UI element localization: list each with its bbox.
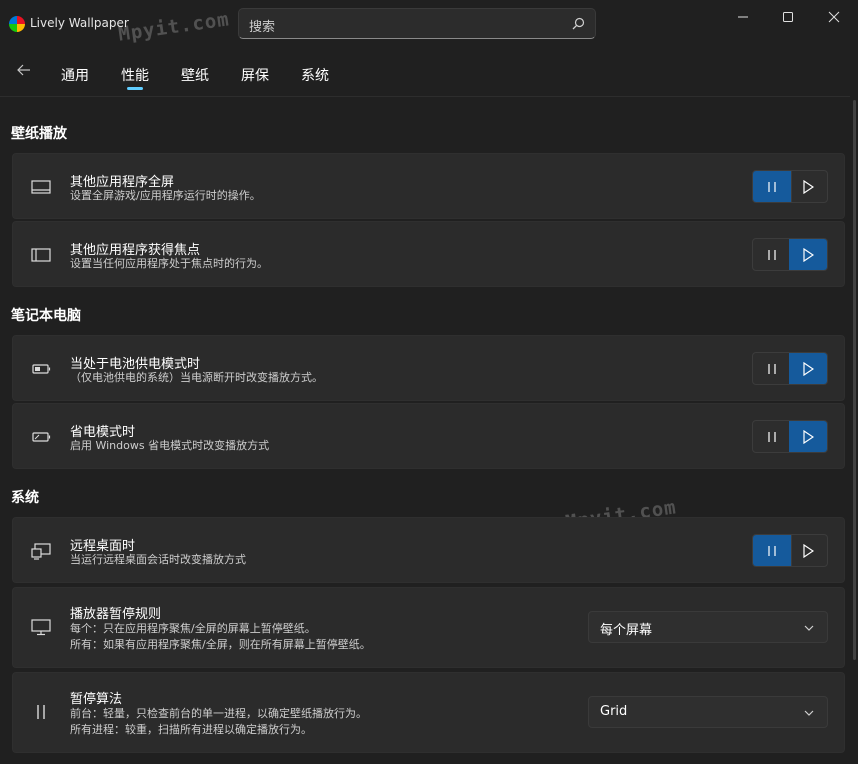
pause-icon [768,545,776,556]
chevron-down-icon [804,710,814,716]
dropdown-value: 每个屏幕 [600,623,653,638]
setting-card-focus: 其他应用程序获得焦点 设置当任何应用程序处于焦点时的行为。 [12,221,845,287]
setting-description-line-2: 所有：如果有应用程序聚焦/全屏，则在所有屏幕上暂停壁纸。 [70,638,371,651]
play-button[interactable] [789,171,827,202]
battery-icon [32,364,51,374]
playback-toggle [752,238,828,271]
back-arrow-icon [17,64,30,76]
active-tab-indicator [127,87,143,90]
tab-general[interactable]: 通用 [61,65,89,85]
setting-title: 播放器暂停规则 [70,607,162,622]
pause-icon [768,249,776,260]
setting-title: 暂停算法 [70,692,123,707]
pause-button[interactable] [753,171,792,202]
tab-wallpaper[interactable]: 壁纸 [181,65,209,85]
play-icon [803,361,814,376]
close-button[interactable] [810,6,856,28]
playback-toggle [752,420,828,453]
playback-toggle [752,352,828,385]
pause-algorithm-icon [37,705,45,719]
setting-card-pause-rule: 播放器暂停规则 每个：只在应用程序聚焦/全屏的屏幕上暂停壁纸。 所有：如果有应用… [12,587,845,668]
setting-description: 当运行远程桌面会话时改变播放方式 [70,553,246,566]
search-box[interactable]: 搜索 [238,8,596,39]
tab-screensaver[interactable]: 屏保 [241,65,269,85]
setting-card-remote-desktop: 远程桌面时 当运行远程桌面会话时改变播放方式 [12,517,845,583]
search-icon[interactable] [572,17,585,30]
minimize-icon [738,16,748,18]
setting-description-line-1: 前台：轻量，只检查前台的单一进程，以确定壁纸播放行为。 [70,707,367,720]
pause-button[interactable] [753,239,792,270]
playback-toggle [752,170,828,203]
minimize-button[interactable] [720,6,766,28]
pause-button[interactable] [753,421,792,452]
setting-card-power-saver: 省电模式时 启用 Windows 省电模式时改变播放方式 [12,403,845,469]
play-button[interactable] [789,421,827,452]
close-icon [828,11,840,23]
pause-icon [768,181,776,192]
dropdown-value: Grid [600,704,628,719]
battery-saver-icon [32,432,51,442]
pause-button[interactable] [753,535,792,566]
play-button[interactable] [789,239,827,270]
pause-icon [768,431,776,442]
play-icon [803,247,814,262]
remote-desktop-icon [31,543,51,560]
playback-toggle [752,534,828,567]
window-focus-icon [31,248,51,262]
play-button[interactable] [789,535,827,566]
play-icon [803,179,814,194]
chevron-down-icon [804,625,814,631]
pause-algorithm-dropdown[interactable]: Grid [588,696,828,728]
setting-description: 设置当任何应用程序处于焦点时的行为。 [70,257,268,270]
maximize-icon [783,12,793,22]
setting-card-pause-algorithm: 暂停算法 前台：轻量，只检查前台的单一进程，以确定壁纸播放行为。 所有进程：较重… [12,672,845,753]
app-logo-icon [9,16,25,32]
maximize-button[interactable] [765,6,811,28]
section-title-laptop: 笔记本电脑 [11,308,81,324]
scrollbar[interactable] [853,100,856,660]
back-button[interactable] [12,62,36,86]
setting-card-battery: 当处于电池供电模式时 （仅电池供电的系统）当电源断开时改变播放方式。 [12,335,845,401]
pause-rule-dropdown[interactable]: 每个屏幕 [588,611,828,643]
setting-description-line-2: 所有进程：较重，扫描所有进程以确定播放行为。 [70,723,312,736]
setting-card-fullscreen: 其他应用程序全屏 设置全屏游戏/应用程序运行时的操作。 [12,153,845,219]
play-icon [803,543,814,558]
play-icon [803,429,814,444]
search-input[interactable]: 搜索 [249,16,275,35]
fullscreen-icon [31,180,51,194]
section-title-system: 系统 [11,490,39,506]
tab-performance[interactable]: 性能 [121,65,149,85]
monitor-icon [31,619,51,636]
setting-description: （仅电池供电的系统）当电源断开时改变播放方式。 [70,371,323,384]
setting-description-line-1: 每个：只在应用程序聚焦/全屏的屏幕上暂停壁纸。 [70,622,316,635]
section-title-wallpaper-playback: 壁纸播放 [11,126,67,142]
app-title: Lively Wallpaper [30,16,129,30]
tab-system[interactable]: 系统 [301,65,329,85]
play-button[interactable] [789,353,827,384]
pause-icon [768,363,776,374]
nav-bar: 通用 性能 壁纸 屏保 系统 [0,52,858,94]
setting-description: 启用 Windows 省电模式时改变播放方式 [70,439,270,452]
pause-button[interactable] [753,353,792,384]
setting-description: 设置全屏游戏/应用程序运行时的操作。 [70,189,261,202]
